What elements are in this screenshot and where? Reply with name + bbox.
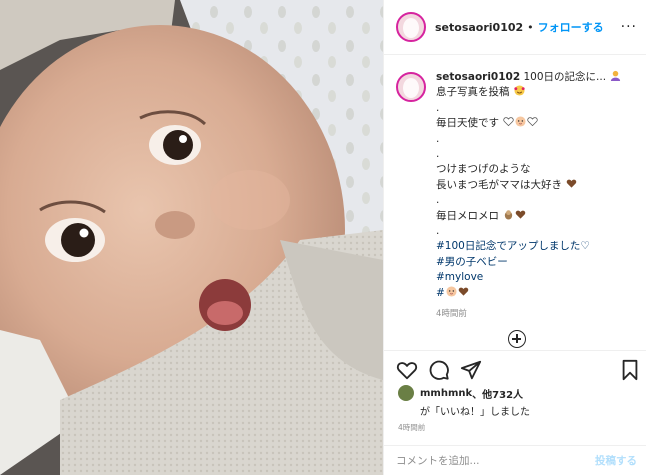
share-icon[interactable] [460, 359, 482, 381]
person-emoji-icon [611, 70, 621, 81]
likes-count[interactable]: 、他732人 [472, 386, 523, 401]
brown-heart-emoji-icon [516, 210, 526, 219]
heart-icon[interactable] [396, 359, 418, 381]
caption-dot-2: . [436, 132, 440, 145]
comment-icon[interactable] [428, 359, 450, 381]
brown-heart-emoji-icon [458, 287, 469, 296]
baby-emoji-icon [515, 116, 526, 127]
smiling-hearts-emoji-icon [514, 85, 525, 96]
post-header: setosaori0102 • フォローする ··· [384, 0, 646, 55]
liker-username[interactable]: mmhmnk [420, 388, 472, 399]
caption-dot-4: . [436, 194, 440, 207]
action-bar [384, 350, 646, 390]
post-sidebar: setosaori0102 • フォローする ··· setosaori0102… [383, 0, 646, 475]
caption-line-4: つけまつげのような [436, 163, 531, 176]
caption: setosaori0102 100日の記念に... 息子写真を投稿 . 毎日天使… [396, 70, 641, 323]
sloth-emoji-icon [505, 209, 513, 220]
caption-username[interactable]: setosaori0102 [436, 71, 520, 83]
baby-photo-image [0, 0, 383, 475]
caption-line-2: 息子写真を投稿 [436, 86, 510, 99]
caption-time: 4時間前 [436, 309, 467, 320]
liker-avatar[interactable] [398, 385, 414, 401]
comment-input[interactable] [396, 454, 576, 467]
comment-bar: 投稿する [384, 445, 646, 475]
post-comment-button[interactable]: 投稿する [595, 453, 637, 468]
post-photo[interactable] [0, 0, 383, 475]
brown-heart-emoji-icon [567, 179, 577, 188]
author-avatar[interactable] [396, 12, 426, 42]
follow-button[interactable]: フォローする [538, 19, 604, 35]
more-icon[interactable]: ··· [621, 19, 637, 35]
caption-line-1: 100日の記念に... [523, 71, 607, 83]
caption-line-5: 長いまつ毛がママは大好き [436, 178, 562, 191]
caption-line-3: 毎日天使です [436, 117, 499, 130]
hashtag-emoji[interactable]: # [436, 287, 445, 299]
hashtag-100days[interactable]: #100日記念でアップしました♡ [436, 240, 590, 252]
likes-summary: mmhmnk 、他732人 が「いいね！」しました [398, 385, 530, 418]
white-heart-emoji-icon [527, 117, 538, 127]
hashtag-baby-boy[interactable]: #男の子ベビー [436, 256, 508, 268]
hashtag-mylove[interactable]: #mylove [436, 271, 483, 283]
caption-dot-1: . [436, 101, 440, 114]
caption-dot-5: . [436, 225, 440, 238]
author-username[interactable]: setosaori0102 [435, 21, 523, 34]
caption-line-6: 毎日メロメロ [436, 209, 499, 222]
post-time: 4時間前 [398, 423, 426, 432]
caption-avatar[interactable] [396, 72, 426, 102]
baby-emoji-icon [446, 286, 457, 297]
caption-dot-3: . [436, 148, 440, 161]
separator-dot: • [527, 20, 534, 34]
white-heart-emoji-icon [503, 117, 514, 127]
likes-suffix: が「いいね！」しました [420, 407, 530, 418]
bookmark-icon[interactable] [620, 359, 640, 381]
plus-circle-icon[interactable] [508, 330, 526, 348]
